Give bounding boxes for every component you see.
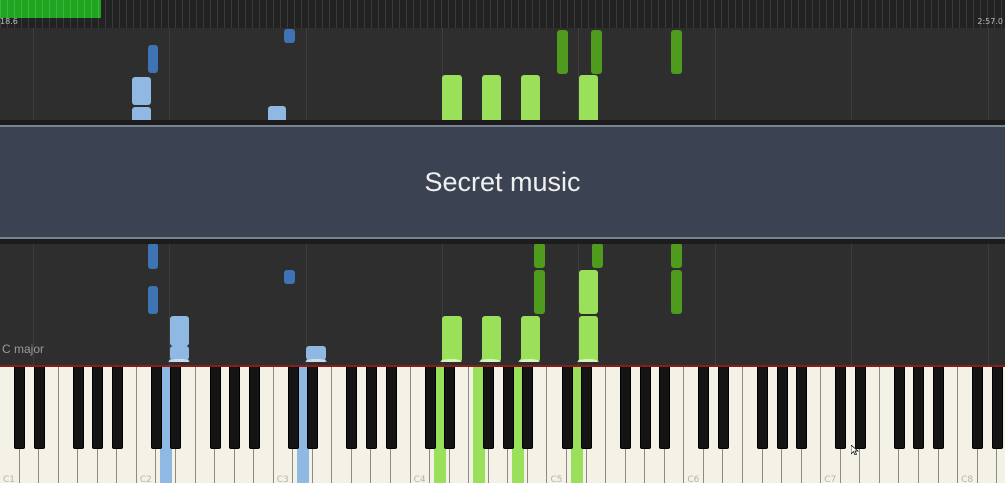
falling-note: [521, 75, 540, 123]
black-key[interactable]: [776, 367, 788, 449]
black-key[interactable]: [581, 367, 593, 449]
black-key[interactable]: [346, 367, 358, 449]
falling-note: [579, 75, 598, 123]
black-key[interactable]: [835, 367, 847, 449]
playback-progress: [0, 0, 101, 18]
black-key[interactable]: [150, 367, 162, 449]
song-title: Secret music: [424, 166, 581, 197]
falling-note: [591, 30, 602, 74]
black-key[interactable]: [698, 367, 710, 449]
black-key[interactable]: [972, 367, 984, 449]
black-key[interactable]: [111, 367, 123, 449]
black-key[interactable]: [33, 367, 45, 449]
falling-note: [557, 30, 568, 74]
black-key[interactable]: [502, 367, 514, 449]
falling-note: [534, 270, 545, 314]
black-key[interactable]: [757, 367, 769, 449]
black-key[interactable]: [659, 367, 671, 449]
octave-label: C3: [276, 475, 289, 483]
black-key[interactable]: [424, 367, 436, 449]
black-key[interactable]: [209, 367, 221, 449]
key-hit-glow-icon: [518, 352, 540, 362]
piano-keyboard[interactable]: C1 C2 C3 C4 C5 C6 C7 C8: [0, 365, 1005, 483]
falling-note: [170, 316, 189, 346]
falling-note: [284, 29, 295, 43]
falling-note: [671, 30, 682, 74]
octave-label: C7: [824, 475, 837, 483]
octave-label: C2: [139, 475, 152, 483]
falling-note: [148, 45, 158, 73]
key-hit-glow-icon: [479, 352, 501, 362]
black-key[interactable]: [854, 367, 866, 449]
key-signature-label: C major: [2, 342, 45, 356]
black-key[interactable]: [893, 367, 905, 449]
octave-label: C8: [961, 475, 974, 483]
octave-label: C5: [550, 475, 563, 483]
song-title-banner: Secret music: [0, 120, 1005, 244]
falling-note: [148, 286, 158, 314]
black-key[interactable]: [14, 367, 26, 449]
falling-note: [671, 243, 682, 268]
key-hit-glow-icon: [305, 352, 327, 362]
black-key[interactable]: [287, 367, 299, 449]
black-key[interactable]: [229, 367, 241, 449]
falling-note: [132, 77, 151, 105]
black-key[interactable]: [639, 367, 651, 449]
black-key[interactable]: [913, 367, 925, 449]
falling-note: [592, 243, 603, 268]
black-key[interactable]: [444, 367, 456, 449]
falling-note: [482, 75, 501, 123]
falling-note: [442, 75, 462, 123]
falling-note: [579, 270, 598, 314]
black-key[interactable]: [796, 367, 808, 449]
black-key[interactable]: [620, 367, 632, 449]
total-time: 2:57.0: [977, 17, 1003, 26]
falling-note: [534, 243, 545, 268]
black-key[interactable]: [522, 367, 534, 449]
black-key[interactable]: [385, 367, 397, 449]
black-key[interactable]: [561, 367, 573, 449]
black-key[interactable]: [170, 367, 182, 449]
key-hit-glow-icon: [440, 352, 462, 362]
black-key[interactable]: [933, 367, 945, 449]
black-key[interactable]: [72, 367, 84, 449]
black-key[interactable]: [717, 367, 729, 449]
black-key[interactable]: [248, 367, 260, 449]
black-key[interactable]: [365, 367, 377, 449]
octave-label: C4: [413, 475, 426, 483]
black-key[interactable]: [92, 367, 104, 449]
black-key[interactable]: [483, 367, 495, 449]
falling-note: [671, 270, 682, 314]
timeline-bar[interactable]: 18.6 2:57.0: [0, 0, 1005, 28]
falling-note: [148, 243, 158, 269]
octave-label: C1: [3, 475, 16, 483]
falling-note: [284, 270, 295, 284]
octave-label: C6: [687, 475, 700, 483]
mouse-cursor-icon: [851, 445, 859, 455]
key-hit-glow-icon: [168, 352, 190, 362]
elapsed-time: 18.6: [0, 17, 18, 26]
key-hit-glow-icon: [577, 352, 599, 362]
black-key[interactable]: [307, 367, 319, 449]
black-key[interactable]: [991, 367, 1003, 449]
